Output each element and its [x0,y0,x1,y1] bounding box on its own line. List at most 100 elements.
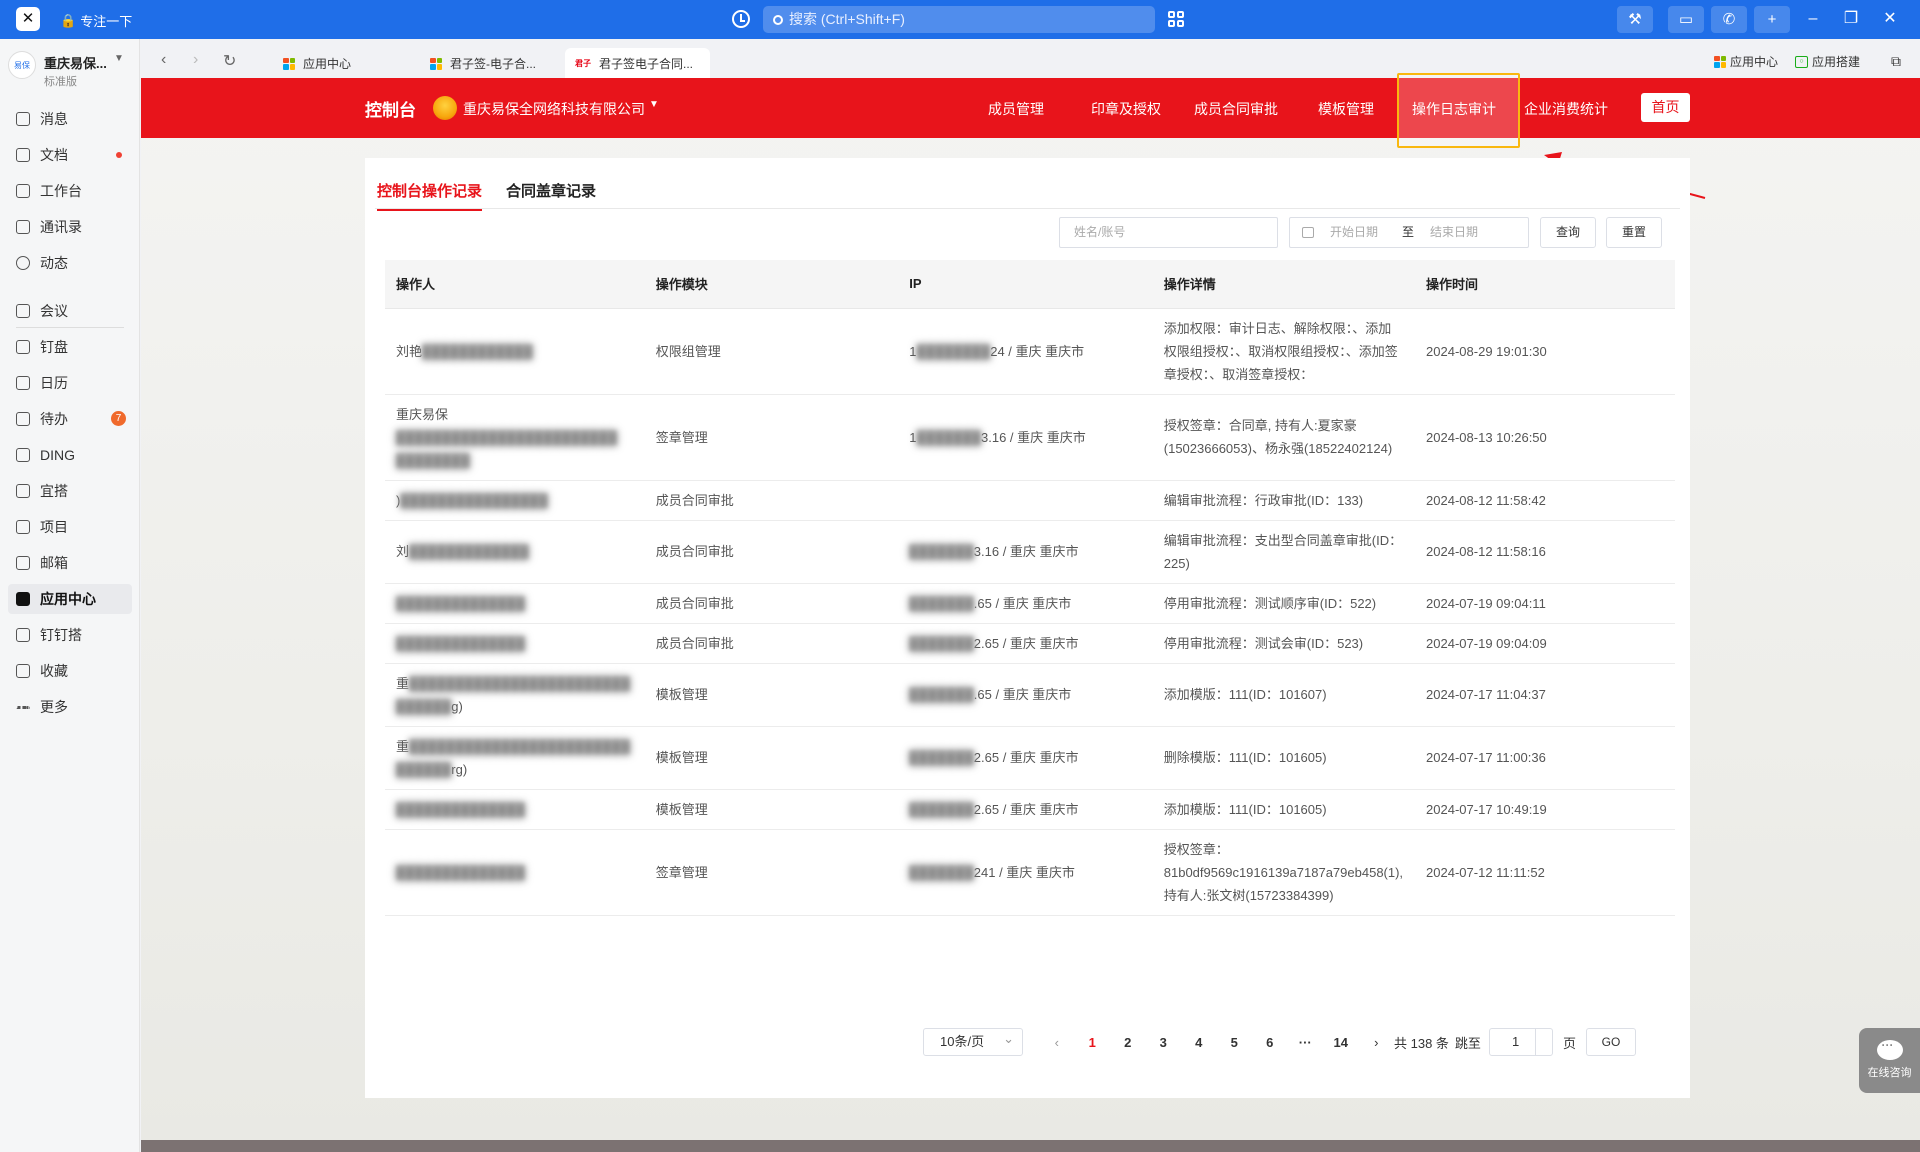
company-switcher[interactable]: 重庆易保全网络科技有限公司 [463,99,645,119]
page-4[interactable]: 4 [1181,1035,1217,1050]
sidebar-item-drive[interactable]: 钉盘 [8,332,132,362]
cell-time: 2024-07-19 09:04:11 [1415,583,1675,624]
global-search-input[interactable]: 搜索 (Ctrl+Shift+F) [763,6,1155,33]
cell-ip [898,480,1153,521]
toolbox-icon[interactable]: ⚒ [1617,6,1653,33]
chevron-down-icon: ▼ [114,53,124,64]
date-range-separator: 至 [1402,225,1415,239]
sidebar-item-mail[interactable]: 邮箱 [8,548,132,578]
open-external-icon[interactable]: ⧉ [1891,53,1901,70]
cell-operator: 重████████████████████████ ██████g) [385,663,645,727]
sidebar-item-feed[interactable]: 动态 [8,248,132,278]
lightning-icon [16,448,30,462]
tab-junzi-2[interactable]: 君子 君子签电子合同... [565,48,710,79]
sidebar-item-yida[interactable]: 宜搭 [8,476,132,506]
online-consult-button[interactable]: 在线咨询 [1859,1028,1920,1093]
sidebar-item-workbench[interactable]: 工作台 [8,176,132,206]
menu-member-management[interactable]: 成员管理 [988,99,1044,119]
forward-icon[interactable]: › [193,51,198,69]
menu-contract-approval[interactable]: 成员合同审批 [1194,99,1278,119]
end-date-input[interactable]: 结束日期 [1430,218,1478,247]
app-center-link[interactable]: 应用中心 [1714,53,1778,70]
refresh-icon[interactable]: ↻ [223,51,236,71]
cell-time: 2024-08-12 11:58:42 [1415,480,1675,521]
app-build-link[interactable]: ○ 应用搭建 [1795,53,1860,70]
restore-icon[interactable]: ❐ [1840,8,1862,30]
back-icon[interactable]: ‹ [161,51,166,69]
sidebar-item-dingda[interactable]: 钉钉搭 [8,620,132,650]
menu-operation-log-audit[interactable]: 操作日志审计 [1412,99,1496,119]
page-size-select[interactable]: 10条/页 [923,1026,1023,1056]
cell-detail: 编辑审批流程：行政审批(ID：133) [1152,480,1416,521]
ip-redacted: ███████ [909,544,974,559]
page-14[interactable]: 14 [1323,1035,1359,1050]
sidebar-item-app-center[interactable]: 应用中心 [8,584,132,614]
org-switcher[interactable]: 易保 重庆易保... ▼ 标准版 [8,51,138,91]
menu-seal-authorization[interactable]: 印章及授权 [1091,99,1161,119]
mail-icon [16,556,30,570]
add-icon[interactable]: + [1754,6,1790,33]
cell-ip: ███████.65 / 重庆 重庆市 [898,583,1153,624]
focus-icon: 🔒 [60,12,77,28]
page-1[interactable]: 1 [1075,1035,1111,1050]
focus-button[interactable]: 🔒 专注一下 [60,11,132,30]
chevron-down-icon[interactable]: ▼ [649,99,659,110]
tab-junzi-1[interactable]: 君子签-电子合... [420,48,565,79]
menu-consumption-stats[interactable]: 企业消费统计 [1524,99,1608,119]
sidebar-item-contacts[interactable]: 通讯录 [8,212,132,242]
sidebar-item-ding[interactable]: DING [8,440,132,470]
page-3[interactable]: 3 [1146,1035,1182,1050]
screen-share-icon[interactable]: ▭ [1668,6,1704,33]
table-row: ██████████████ 成员合同审批 ███████2.65 / 重庆 重庆市… [385,623,1675,664]
reset-button[interactable]: 重置 [1606,217,1662,248]
start-date-input[interactable]: 开始日期 [1330,218,1378,247]
tab-app-center[interactable]: 应用中心 [273,48,418,79]
tab-contract-seal-records[interactable]: 合同盖章记录 [506,180,596,209]
message-icon [16,112,30,126]
sidebar-item-docs[interactable]: 文档 [8,140,132,170]
operator-name: 刘 [396,544,410,559]
dingda-icon [16,628,30,642]
org-logo: 易保 [8,51,36,79]
pagination: 10条/页 ‹ 1 2 3 4 5 6 ··· 14 › 共 138 条 跳至 … [923,1026,1636,1056]
sidebar-item-favorites[interactable]: 收藏 [8,656,132,686]
calendar-icon [1302,227,1314,238]
ip-location: .65 / 重庆 重庆市 [973,687,1072,702]
go-button[interactable]: GO [1585,1028,1636,1056]
minimize-icon[interactable]: – [1802,8,1824,30]
sidebar-item-calendar[interactable]: 日历 [8,368,132,398]
junzi-logo-icon: 君子 [575,58,591,68]
page-6[interactable]: 6 [1252,1035,1288,1050]
operator-name: 重 [396,738,410,754]
operator-redacted: ████████████ [422,343,533,359]
page-5[interactable]: 5 [1217,1035,1253,1050]
home-button[interactable]: 首页 [1641,93,1690,122]
jump-page-input[interactable]: 1 [1488,1028,1553,1056]
sidebar-item-messages[interactable]: 消息 [8,104,132,134]
sidebar-divider [16,327,124,328]
ip-location: 241 / 重庆 重庆市 [973,864,1075,880]
console-header: 控制台 重庆易保全网络科技有限公司 ▼ 成员管理 印章及授权 成员合同审批 模板… [141,73,1920,148]
focus-label: 专注一下 [80,14,133,29]
page-ellipsis[interactable]: ··· [1288,1035,1324,1050]
sidebar-item-todo[interactable]: 待办 7 [8,404,132,434]
cell-time: 2024-08-12 11:58:16 [1415,520,1675,584]
sidebar-item-meeting[interactable]: 会议 [8,296,132,326]
name-account-input[interactable]: 姓名/账号 [1059,217,1278,248]
sidebar-item-project[interactable]: 项目 [8,512,132,542]
prev-page-icon[interactable]: ‹ [1039,1035,1075,1050]
tab-console-operation-records[interactable]: 控制台操作记录 [377,180,483,211]
date-range-picker[interactable]: 开始日期 至 结束日期 [1289,217,1529,248]
history-icon[interactable] [732,10,750,28]
app-logo[interactable]: ✕ [16,7,40,31]
menu-template-management[interactable]: 模板管理 [1318,99,1374,119]
cell-time: 2024-07-19 09:04:09 [1415,623,1675,664]
sidebar-item-more[interactable]: 更多 [8,692,132,722]
apps-grid-icon[interactable] [1168,11,1184,27]
close-icon[interactable]: ✕ [1879,8,1901,30]
next-page-icon[interactable]: › [1359,1035,1395,1050]
query-button[interactable]: 查询 [1540,217,1596,248]
page-2[interactable]: 2 [1110,1035,1146,1050]
contacts-icon [16,220,30,234]
phone-icon[interactable]: ✆ [1711,6,1747,33]
